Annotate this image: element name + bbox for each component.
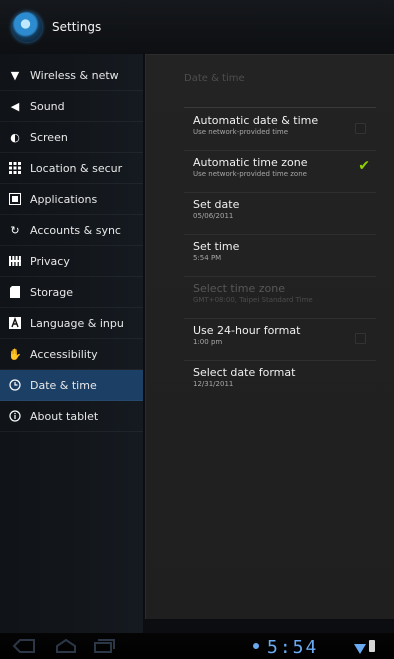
setting-title: Set time	[193, 240, 240, 253]
setting-summary: Use network-provided time	[193, 128, 289, 136]
sidebar-item-label: Date & time	[30, 378, 97, 392]
sidebar-item-applications[interactable]: Applications	[0, 184, 143, 215]
setting-title: Automatic time zone	[193, 156, 308, 169]
sidebar-item-wireless[interactable]: ▼ Wireless & netw	[0, 60, 143, 91]
sidebar-item-label: Privacy	[30, 254, 70, 268]
setting-summary: 1:00 pm	[193, 338, 223, 346]
setting-summary: Use network-provided time zone	[193, 170, 307, 178]
system-bar: 5:54	[0, 633, 394, 659]
clock-icon	[9, 379, 21, 391]
storage-icon	[9, 286, 21, 298]
action-bar: Settings	[0, 0, 394, 54]
back-button[interactable]	[12, 638, 36, 654]
sidebar-item-label: Accessibility	[30, 347, 98, 361]
notification-dot-icon	[253, 643, 259, 649]
battery-icon	[369, 640, 375, 652]
settings-sidebar: ▼ Wireless & netw ◀ Sound ◐ Screen Locat…	[0, 54, 143, 633]
settings-app-icon[interactable]	[12, 12, 42, 42]
back-icon	[12, 639, 35, 653]
sidebar-item-privacy[interactable]: Privacy	[0, 246, 143, 277]
sidebar-item-accounts-sync[interactable]: ↻ Accounts & sync	[0, 215, 143, 246]
brightness-icon: ◐	[10, 130, 20, 144]
home-icon	[56, 638, 76, 653]
setting-title: Automatic date & time	[193, 114, 319, 127]
sidebar-item-label: Accounts & sync	[30, 223, 121, 237]
sidebar-item-label: Language & inpu	[30, 316, 124, 330]
home-button[interactable]	[54, 638, 78, 654]
settings-content-panel: Date & time Automatic date & time Use ne…	[145, 54, 394, 619]
sidebar-item-label: Wireless & netw	[30, 68, 119, 82]
setting-title: Select time zone	[193, 282, 286, 295]
sidebar-item-screen[interactable]: ◐ Screen	[0, 122, 143, 153]
language-icon	[9, 317, 21, 329]
setting-summary: 12/31/2011	[193, 380, 234, 388]
header-divider	[184, 107, 376, 108]
setting-title: Set date	[193, 198, 240, 211]
sidebar-item-label: Storage	[30, 285, 74, 299]
checkmark-icon[interactable]: ✔	[358, 159, 370, 173]
accessibility-icon: ✋	[8, 347, 22, 361]
setting-set-date[interactable]: Set date 05/06/2011	[184, 193, 376, 235]
grid-icon	[9, 162, 21, 174]
sidebar-item-label: About tablet	[30, 409, 99, 423]
setting-set-time[interactable]: Set time 5:54 PM	[184, 235, 376, 277]
setting-automatic-date-time[interactable]: Automatic date & time Use network-provid…	[184, 109, 376, 151]
status-bar-clock[interactable]: 5:54	[267, 637, 318, 658]
wifi-signal-icon	[354, 640, 366, 659]
setting-title: Select date format	[193, 366, 296, 379]
applications-icon	[9, 193, 21, 205]
speaker-icon: ◀	[10, 99, 20, 113]
sidebar-item-label: Location & secur	[30, 161, 123, 175]
sync-icon: ↻	[10, 223, 20, 237]
setting-automatic-time-zone[interactable]: Automatic time zone Use network-provided…	[184, 151, 376, 193]
setting-title: Use 24-hour format	[193, 324, 301, 337]
automatic-date-time-checkbox[interactable]	[355, 123, 366, 134]
sidebar-item-sound[interactable]: ◀ Sound	[0, 91, 143, 122]
setting-use-24-hour-format[interactable]: Use 24-hour format 1:00 pm	[184, 319, 376, 361]
info-icon	[9, 410, 21, 422]
sidebar-item-about-tablet[interactable]: About tablet	[0, 401, 143, 432]
setting-summary: 5:54 PM	[193, 254, 222, 262]
setting-select-date-format[interactable]: Select date format 12/31/2011	[184, 361, 376, 403]
setting-summary: 05/06/2011	[193, 212, 234, 220]
use-24-hour-checkbox[interactable]	[355, 333, 366, 344]
sidebar-item-date-time[interactable]: Date & time	[0, 370, 143, 401]
sidebar-item-storage[interactable]: Storage	[0, 277, 143, 308]
sidebar-item-location-security[interactable]: Location & secur	[0, 153, 143, 184]
recent-apps-icon	[94, 639, 115, 653]
sidebar-item-label: Screen	[30, 130, 68, 144]
setting-select-time-zone: Select time zone GMT+08:00, Taipei Stand…	[184, 277, 376, 319]
sidebar-item-label: Sound	[30, 99, 65, 113]
recent-apps-button[interactable]	[92, 638, 116, 654]
wifi-icon: ▼	[10, 68, 20, 82]
sidebar-item-language-input[interactable]: Language & inpu	[0, 308, 143, 339]
privacy-icon	[9, 255, 21, 267]
sidebar-item-accessibility[interactable]: ✋ Accessibility	[0, 339, 143, 370]
app-title: Settings	[52, 20, 102, 34]
content-header: Date & time	[184, 73, 245, 84]
setting-summary: GMT+08:00, Taipei Standard Time	[193, 296, 313, 304]
sidebar-item-label: Applications	[30, 192, 98, 206]
